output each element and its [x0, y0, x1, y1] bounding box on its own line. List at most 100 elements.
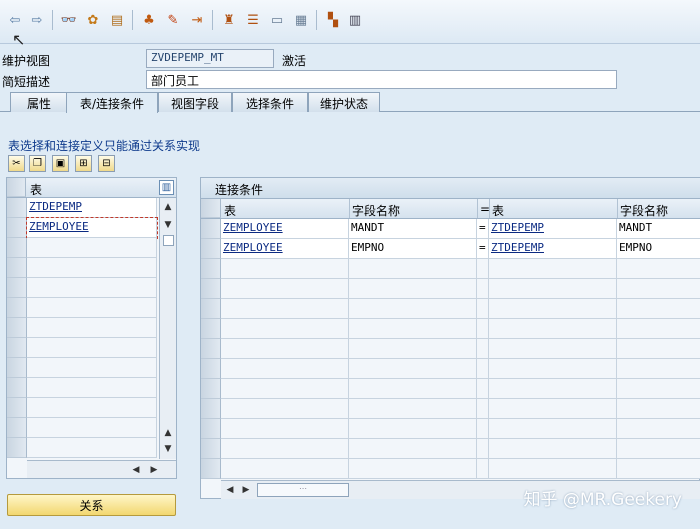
select-all-cell[interactable]: [7, 178, 26, 197]
left-field-cell[interactable]: [349, 399, 477, 419]
table-row[interactable]: [7, 358, 157, 378]
scroll-right-icon[interactable]: ▶: [147, 463, 161, 477]
scroll-down-icon[interactable]: ▼: [160, 218, 176, 232]
right-field-cell[interactable]: EMPNO: [617, 239, 700, 259]
row-selector[interactable]: [7, 238, 27, 258]
right-field-cell[interactable]: [617, 319, 700, 339]
equals-cell[interactable]: [477, 279, 489, 299]
left-table-cell-text[interactable]: ZEMPLOYEE: [223, 221, 283, 234]
table-row[interactable]: [7, 258, 157, 278]
scroll-left-icon[interactable]: ◀: [129, 463, 143, 477]
right-table-cell[interactable]: [489, 279, 617, 299]
tab-attributes[interactable]: 属性: [10, 92, 68, 112]
table-name-cell[interactable]: [27, 418, 157, 438]
scroll-thumb[interactable]: [163, 235, 174, 246]
row-selector[interactable]: [7, 398, 27, 418]
left-field-cell[interactable]: [349, 259, 477, 279]
row-selector[interactable]: [201, 379, 221, 399]
row-selector[interactable]: [7, 198, 27, 218]
right-field-cell[interactable]: [617, 279, 700, 299]
row-selector[interactable]: [7, 318, 27, 338]
join-row[interactable]: [201, 439, 700, 459]
row-selector[interactable]: [201, 399, 221, 419]
join-row[interactable]: [201, 399, 700, 419]
right-table-cell-text[interactable]: ZTDEPEMP: [491, 241, 544, 254]
right-field-cell[interactable]: [617, 439, 700, 459]
row-selector[interactable]: [201, 239, 221, 259]
row-selector[interactable]: [201, 259, 221, 279]
export-icon[interactable]: ⇥: [188, 11, 206, 29]
left-field-cell[interactable]: [349, 359, 477, 379]
table-name-cell[interactable]: [27, 338, 157, 358]
left-field-cell[interactable]: [349, 459, 477, 479]
row-selector[interactable]: [7, 278, 27, 298]
join-row[interactable]: [201, 299, 700, 319]
join-row[interactable]: ZEMPLOYEE EMPNO = ZTDEPEMP EMPNO: [201, 239, 700, 259]
equals-cell[interactable]: [477, 339, 489, 359]
tab-selection-conditions[interactable]: 选择条件: [232, 92, 308, 112]
left-table-cell[interactable]: [221, 299, 349, 319]
right-table-cell[interactable]: [489, 379, 617, 399]
left-field-cell[interactable]: EMPNO: [349, 239, 477, 259]
left-field-cell[interactable]: [349, 299, 477, 319]
table-row[interactable]: ZTDEPEMP: [7, 198, 157, 218]
row-selector[interactable]: [7, 438, 27, 458]
right-table-cell[interactable]: [489, 459, 617, 479]
right-field-cell[interactable]: [617, 419, 700, 439]
left-table-cell[interactable]: ZEMPLOYEE: [221, 239, 349, 259]
left-field-cell[interactable]: [349, 439, 477, 459]
right-table-cell[interactable]: ZTDEPEMP: [489, 219, 617, 239]
row-selector[interactable]: [201, 299, 221, 319]
table-row[interactable]: [7, 238, 157, 258]
table-name-cell[interactable]: [27, 298, 157, 318]
scroll-left-icon[interactable]: ◀: [223, 483, 237, 497]
right-field-cell[interactable]: MANDT: [617, 219, 700, 239]
row-selector[interactable]: [7, 258, 27, 278]
table-row[interactable]: [7, 278, 157, 298]
tree-icon[interactable]: ♜: [220, 11, 238, 29]
view-name-field[interactable]: ZVDEPEMP_MT: [146, 49, 274, 68]
join-row[interactable]: [201, 259, 700, 279]
left-table-cell[interactable]: [221, 459, 349, 479]
grid-icon[interactable]: ▥: [346, 11, 364, 29]
left-table-cell[interactable]: [221, 359, 349, 379]
table-name-cell[interactable]: [27, 258, 157, 278]
row-selector[interactable]: [7, 218, 27, 238]
right-table-cell[interactable]: [489, 439, 617, 459]
equals-cell[interactable]: [477, 419, 489, 439]
left-table-cell[interactable]: [221, 439, 349, 459]
row-selector[interactable]: [201, 359, 221, 379]
cut-icon[interactable]: ✂: [8, 155, 25, 172]
left-table-cell[interactable]: [221, 339, 349, 359]
horizontal-scrollbar[interactable]: ◀ ▶: [27, 460, 176, 478]
right-field-cell[interactable]: [617, 379, 700, 399]
glasses-icon[interactable]: 👓: [60, 11, 78, 29]
list-icon[interactable]: ☰: [244, 11, 262, 29]
table-name-cell[interactable]: [27, 358, 157, 378]
clipboard-icon[interactable]: ▤: [108, 11, 126, 29]
forward-arrow-icon[interactable]: ⇨: [28, 11, 46, 29]
row-selector[interactable]: [7, 378, 27, 398]
relationships-button[interactable]: 关系: [7, 494, 176, 516]
equals-cell[interactable]: [477, 399, 489, 419]
scroll-thumb[interactable]: ⋯: [257, 483, 349, 497]
row-selector[interactable]: [201, 339, 221, 359]
select-all-cell[interactable]: [201, 199, 221, 218]
left-field-cell[interactable]: [349, 339, 477, 359]
scroll-up-icon[interactable]: ▲: [160, 426, 176, 440]
right-table-cell[interactable]: [489, 319, 617, 339]
table-name-cell[interactable]: ZEMPLOYEE: [26, 217, 158, 239]
table-row[interactable]: [7, 398, 157, 418]
row-selector[interactable]: [201, 439, 221, 459]
pencil-icon[interactable]: ✎: [164, 11, 182, 29]
right-field-cell[interactable]: [617, 339, 700, 359]
left-table-cell-text[interactable]: ZEMPLOYEE: [223, 241, 283, 254]
table-name-cell[interactable]: [27, 378, 157, 398]
equals-cell[interactable]: [477, 319, 489, 339]
right-table-cell[interactable]: [489, 399, 617, 419]
left-field-cell[interactable]: [349, 319, 477, 339]
table-name-link[interactable]: ZEMPLOYEE: [29, 220, 89, 233]
table-name-cell[interactable]: [27, 238, 157, 258]
left-field-cell[interactable]: [349, 279, 477, 299]
right-field-cell[interactable]: [617, 459, 700, 479]
